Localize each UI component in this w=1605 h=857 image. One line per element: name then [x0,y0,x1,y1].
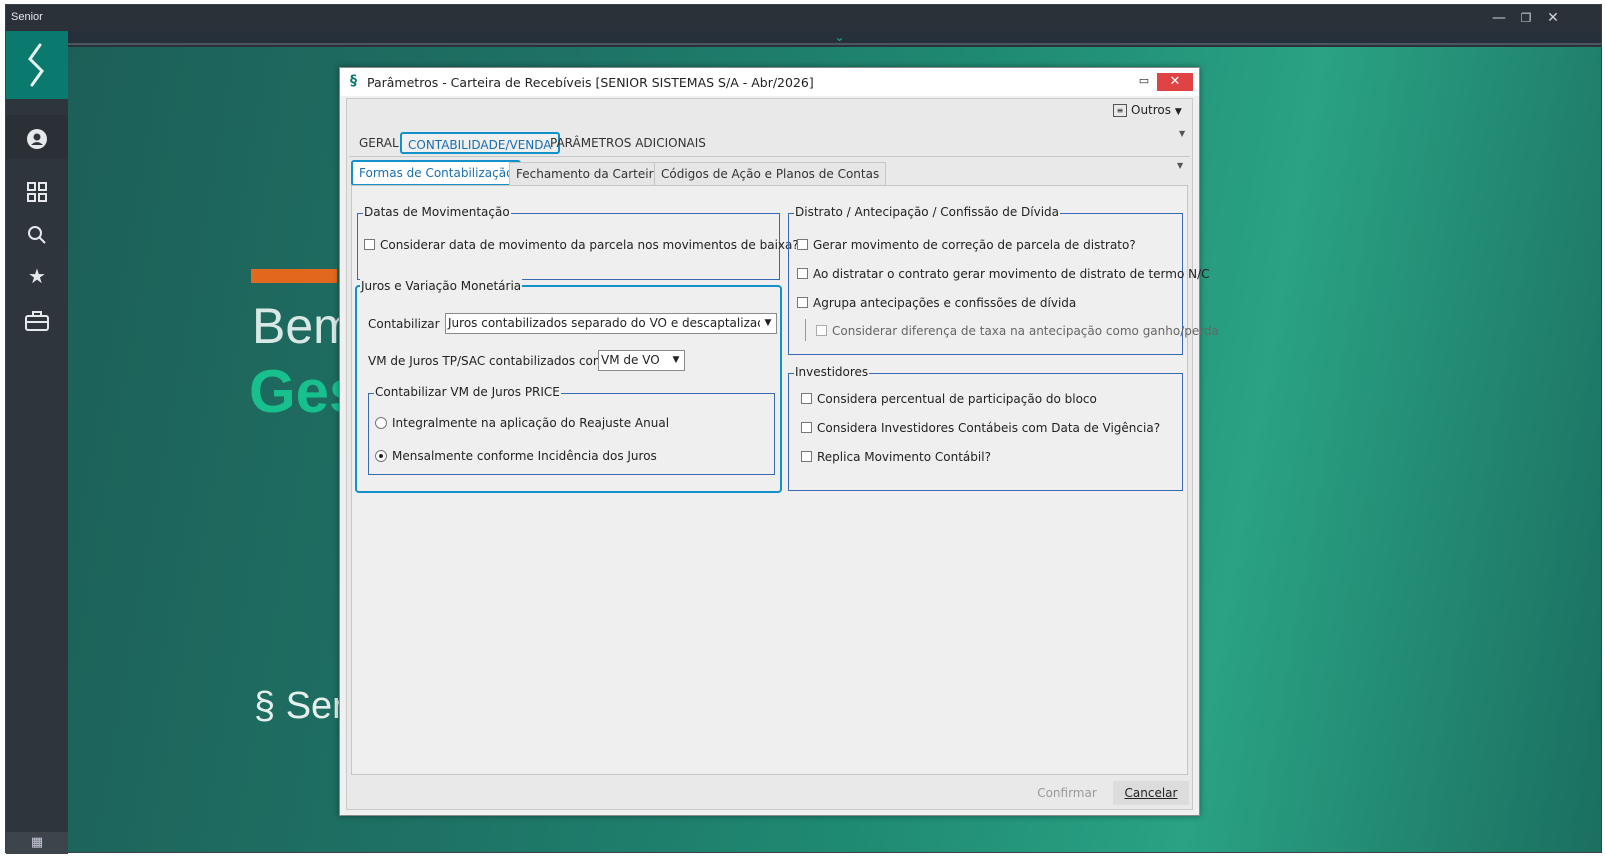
checkbox-box[interactable] [801,451,812,462]
contabilizar-label: Contabilizar [368,317,440,331]
considerar-data-label: Considerar data de movimento da parcela … [380,238,799,252]
investidores-vigencia-checkbox[interactable]: Considera Investidores Contábeis com Dat… [801,421,1160,435]
contabilizar-value: Juros contabilizados separado do VO e de… [448,316,777,330]
investidores-legend: Investidores [794,365,870,379]
senior-logo-icon [28,43,44,87]
radio-mensalmente[interactable]: Mensalmente conforme Incidência dos Juro… [375,449,657,463]
star-icon[interactable]: ★ [6,259,68,293]
apps-grid-icon[interactable] [6,173,68,207]
list-icon: ≡ [1113,104,1127,117]
chevron-down-icon: ▼ [1174,107,1182,117]
distrato-group: Distrato / Antecipação / Confissão de Dí… [788,205,1219,355]
distrato-legend: Distrato / Antecipação / Confissão de Dí… [794,205,1060,219]
minimize-button[interactable]: — [1486,8,1512,28]
calendar-icon[interactable]: ▦ [6,832,68,854]
outros-menu[interactable]: ≡ Outros ▼ [1113,101,1182,119]
dropdown-arrow-icon[interactable]: ▼ [668,351,684,370]
considerar-diferenca-label: Considerar diferença de taxa na antecipa… [832,324,1219,338]
price-legend: Contabilizar VM de Juros PRICE [374,385,561,399]
background-logo: § Ser [254,685,345,727]
investidores-group: Investidores Considera percentual de par… [788,365,1183,491]
checkbox-box[interactable] [801,393,812,404]
datas-group: Datas de Movimentação Considerar data de… [357,205,799,280]
top-strip: ⌄ [68,30,1601,45]
app-brand: Senior [11,11,43,23]
parametros-dialog: § Parâmetros - Carteira de Recebíveis [S… [339,67,1219,816]
dialog-close-button[interactable]: ✕ [1157,73,1193,91]
tab-formas-contabilizacao[interactable]: Formas de Contabilização [351,160,522,186]
tab-geral[interactable]: GERAL [353,132,405,154]
maximize-button[interactable]: ▭ [1137,74,1151,88]
percentual-participacao-checkbox[interactable]: Considera percentual de participação do … [801,392,1097,406]
vm-juros-label: VM de Juros TP/SAC contabilizados como [368,354,612,368]
juros-legend: Juros e Variação Monetária [360,279,523,293]
tab-fechamento-carteira[interactable]: Fechamento da Carteira [509,162,668,186]
considerar-diferenca-checkbox[interactable]: Considerar diferença de taxa na antecipa… [816,324,1219,338]
radio-dot[interactable] [375,417,387,429]
sidebar: ★ ▦ [6,31,68,854]
checkbox-box[interactable] [364,239,375,250]
replica-movimento-checkbox[interactable]: Replica Movimento Contábil? [801,450,991,464]
chevron-down-icon[interactable]: ⌄ [835,30,845,44]
collapse-arrow-icon[interactable]: ▼ [1179,129,1185,138]
checkbox-box[interactable] [797,268,808,279]
radio-mensalmente-label: Mensalmente conforme Incidência dos Juro… [392,449,657,463]
agrupa-antecipacoes-label: Agrupa antecipações e confissões de dívi… [813,296,1077,310]
juros-group: Juros e Variação Monetária Contabilizar … [355,279,782,493]
close-app-button[interactable]: ✕ [1540,8,1566,28]
tab-contabilidade-venda[interactable]: CONTABILIDADE/VENDA [400,132,560,154]
dropdown-arrow-icon[interactable]: ▼ [760,314,776,333]
checkbox-box[interactable] [816,325,827,336]
briefcase-icon[interactable] [6,302,68,336]
gerar-correcao-checkbox[interactable]: Gerar movimento de correção de parcela d… [797,238,1136,252]
user-icon[interactable] [6,115,68,159]
radio-integralmente[interactable]: Integralmente na aplicação do Reajuste A… [375,416,669,430]
tab-divider [349,156,1190,157]
distratar-contrato-label: Ao distratar o contrato gerar movimento … [813,267,1210,281]
agrupa-antecipacoes-checkbox[interactable]: Agrupa antecipações e confissões de dívi… [797,296,1076,310]
tab-page: Datas de Movimentação Considerar data de… [351,185,1219,775]
tree-line [805,319,806,341]
subtab-arrow-icon[interactable]: ▼ [1177,161,1183,170]
investidores-vigencia-label: Considera Investidores Contábeis com Dat… [817,421,1161,435]
gerar-correcao-label: Gerar movimento de correção de parcela d… [813,238,1136,252]
tab-codigos-acao[interactable]: Códigos de Ação e Planos de Contas [654,162,887,186]
percentual-participacao-label: Considera percentual de participação do … [817,392,1097,406]
vm-juros-select[interactable]: VM de VO ▼ [598,350,685,371]
outros-label: Outros [1131,103,1172,117]
senior-small-icon: § [350,73,357,89]
radio-integralmente-label: Integralmente na aplicação do Reajuste A… [392,416,670,430]
distratar-contrato-checkbox[interactable]: Ao distratar o contrato gerar movimento … [797,267,1210,281]
contabilizar-select[interactable]: Juros contabilizados separado do VO e de… [445,313,777,334]
checkbox-box[interactable] [801,422,812,433]
tab-parametros-adicionais[interactable]: PARÂMETROS ADICIONAIS [544,132,712,154]
app-titlebar: Senior — ❐ ✕ [6,5,1601,31]
cancelar-button[interactable]: Cancelar [1113,781,1189,805]
senior-logo[interactable] [6,31,68,99]
checkbox-box[interactable] [797,239,808,250]
considerar-data-checkbox[interactable]: Considerar data de movimento da parcela … [364,238,799,252]
confirmar-button[interactable]: Confirmar [1031,781,1103,805]
checkbox-box[interactable] [797,297,808,308]
radio-dot-selected[interactable] [375,450,387,462]
vm-juros-value: VM de VO [601,353,660,367]
replica-movimento-label: Replica Movimento Contábil? [817,450,991,464]
datas-legend: Datas de Movimentação [363,205,511,219]
search-icon[interactable] [6,216,68,250]
price-group: Contabilizar VM de Juros PRICE Integralm… [368,385,775,475]
dialog-titlebar: § Parâmetros - Carteira de Recebíveis [S… [340,68,1199,96]
dialog-body: ≡ Outros ▼ ▼ GERAL CONTABILIDADE/VENDA PA… [346,98,1219,810]
restore-button[interactable]: ❐ [1513,8,1539,28]
dialog-title: Parâmetros - Carteira de Recebíveis [SEN… [367,75,814,90]
accent-bar [251,269,337,283]
